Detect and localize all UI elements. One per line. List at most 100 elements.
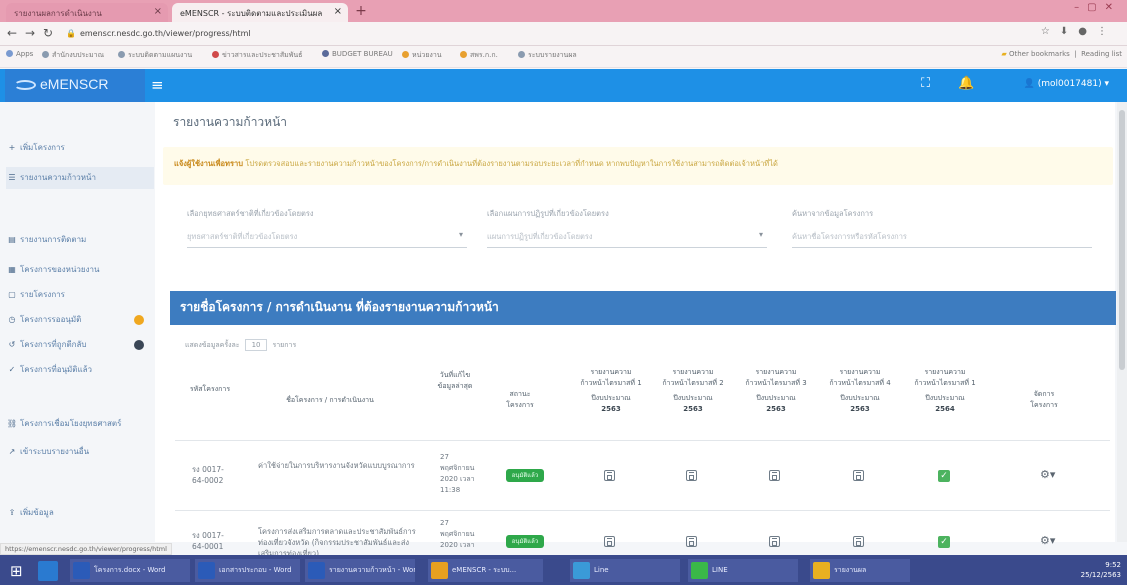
reading-list-label: Reading list	[1081, 50, 1122, 58]
taskbar-item[interactable]: โครงการ.docx - Word	[70, 559, 190, 582]
sidebar-item[interactable]: ⇪ เพิ่มข้อมูล	[6, 502, 154, 524]
bookmark-item[interactable]: BUDGET BUREAU	[322, 50, 393, 58]
col-header-quarter[interactable]: รายงานความก้าวหน้าไตรมาสที่ 3 ปีงบประมาณ 2…	[743, 367, 809, 415]
clock-date: 25/12/2563	[1080, 571, 1121, 579]
lock-icon: 🔒	[66, 29, 76, 38]
explorer-icon[interactable]	[38, 561, 58, 581]
new-tab-button[interactable]: +	[352, 3, 370, 19]
bookmark-item[interactable]: สำนักงบประมาณ	[42, 50, 104, 61]
col-header-date[interactable]: วันที่แก้ไขข้อมูลล่าสุด	[436, 370, 474, 392]
sidebar-item[interactable]: ⛓ โครงการเชื่อมโยงยุทธศาสตร์	[6, 413, 154, 435]
system-clock[interactable]: 9:52 25/12/2563	[1081, 560, 1121, 580]
list-icon: ☰	[8, 173, 16, 182]
sidebar-item-label: โครงการที่อนุมัติแล้ว	[20, 365, 93, 374]
close-icon[interactable]: ×	[154, 6, 162, 17]
col-header-status[interactable]: สถานะโครงการ	[500, 389, 540, 411]
taskbar-item-label: eMENSCR - ระบบ...	[452, 566, 517, 574]
reform-select[interactable]: แผนการปฏิรูปที่เกี่ยวข้องโดยตรง ▾	[487, 226, 767, 248]
col-header-quarter[interactable]: รายงานความก้าวหน้าไตรมาสที่ 4 ปีงบประมาณ 2…	[827, 367, 893, 415]
calendar-icon[interactable]	[604, 470, 615, 481]
sidebar-item[interactable]: ▦ โครงการของหน่วยงาน	[6, 259, 154, 281]
calendar-icon[interactable]	[604, 536, 615, 547]
user-menu[interactable]: 👤 (mol0017481) ▾	[1024, 79, 1109, 89]
calendar-icon[interactable]	[769, 536, 780, 547]
header-year: 2564	[935, 405, 955, 413]
window-controls[interactable]: –▢✕	[1074, 2, 1121, 13]
taskbar-item[interactable]: รายงานผล	[810, 559, 910, 582]
row-date: 27 พฤศจิกายน 2020 เวลา 11:38	[440, 453, 475, 494]
return-icon: ↺	[8, 340, 16, 349]
browser-tab-active[interactable]: eMENSCR - ระบบติดตามและประเมินผล ×	[172, 3, 348, 22]
sidebar-item[interactable]: ☰ รายงานความก้าวหน้า	[6, 167, 154, 189]
taskbar-item[interactable]: รายงานความก้าวหน้า - Word	[305, 559, 415, 582]
sidebar-item[interactable]: + เพิ่มโครงการ	[6, 137, 154, 159]
url-field[interactable]: 🔒 emenscr.nesdc.go.th/viewer/progress/htm…	[66, 26, 251, 42]
calendar-icon[interactable]	[769, 470, 780, 481]
search-input[interactable]: ค้นหาชื่อโครงการหรือรหัสโครงการ	[792, 226, 1092, 248]
col-header-quarter[interactable]: รายงานความก้าวหน้าไตรมาสที่ 2 ปีงบประมาณ 2…	[660, 367, 726, 415]
sidebar-item[interactable]: ↺ โครงการที่ถูกตีกลับ	[6, 334, 154, 356]
row-name[interactable]: ค่าใช้จ่ายในการบริหารงานจังหวัดแบบบูรณาก…	[258, 460, 423, 471]
col-header-name[interactable]: ชื่อโครงการ / การดำเนินงาน	[270, 395, 390, 406]
header-line: ปีงบประมาณ	[840, 394, 880, 402]
taskbar-item[interactable]: เอกสารประกอบ - Word	[195, 559, 300, 582]
logo-icon	[14, 80, 36, 90]
sidebar-item[interactable]: ↗ เข้าระบบรายงานอื่น	[6, 441, 154, 463]
col-header-quarter[interactable]: รายงานความก้าวหน้าไตรมาสที่ 1 ปีงบประมาณ 2…	[578, 367, 644, 415]
col-header-code[interactable]: รหัสโครงการ	[185, 384, 235, 395]
sidebar-item[interactable]: ◷ โครงการรออนุมัติ	[6, 309, 154, 331]
col-header-manage[interactable]: จัดการโครงการ	[1022, 389, 1066, 411]
back-icon[interactable]: ←	[4, 26, 20, 40]
bookmark-item[interactable]: สพร.ก.ก.	[460, 50, 498, 61]
taskbar-item-label: เอกสารประกอบ - Word	[219, 566, 292, 574]
gear-icon[interactable]: ⚙▾	[1040, 534, 1055, 547]
sidebar-item[interactable]: ▤ รายงานการติดตาม	[6, 229, 154, 251]
filter-label-reform: เลือกแผนการปฏิรูปที่เกี่ยวข้องโดยตรง	[487, 209, 609, 218]
forward-icon[interactable]: →	[22, 26, 38, 40]
browser-toolbar-icons[interactable]: ☆⬇●⋮	[1041, 26, 1117, 37]
windows-start-icon[interactable]: ⊞	[10, 562, 23, 580]
taskbar-item[interactable]: Line	[570, 559, 680, 582]
taskbar-item[interactable]: eMENSCR - ระบบ...	[428, 559, 543, 582]
col-header-quarter[interactable]: รายงานความก้าวหน้าไตรมาสที่ 1 ปีงบประมาณ 2…	[912, 367, 978, 415]
strategy-select[interactable]: ยุทธศาสตร์ชาติที่เกี่ยวข้องโดยตรง ▾	[187, 226, 467, 248]
clock-icon: ◷	[8, 315, 16, 324]
calendar-icon[interactable]	[853, 470, 864, 481]
check-icon[interactable]: ✓	[938, 470, 950, 482]
app-icon	[198, 562, 215, 579]
apps-icon	[6, 50, 13, 57]
reload-icon[interactable]: ↻	[40, 26, 56, 40]
scrollbar-thumb[interactable]	[1119, 110, 1125, 370]
gear-icon[interactable]: ⚙▾	[1040, 468, 1055, 481]
page-size-select[interactable]: 10	[244, 339, 268, 351]
header-line: ปีงบประมาณ	[591, 394, 631, 402]
clock-time: 9:52	[1105, 561, 1121, 569]
calendar-icon[interactable]	[853, 536, 864, 547]
menu-toggle-icon[interactable]: ≡	[151, 76, 164, 94]
taskbar-item[interactable]: LINE	[688, 559, 798, 582]
chevron-down-icon: ▾	[758, 230, 763, 239]
sidebar-item-label: รายโครงการ	[20, 290, 65, 299]
table-divider	[175, 440, 1110, 441]
bookmark-item[interactable]: ข่าวสารและประชาสัมพันธ์	[212, 50, 302, 61]
header-line: รายงานความก้าวหน้าไตรมาสที่ 2	[662, 368, 724, 387]
fullscreen-icon[interactable]: ⛶	[921, 76, 930, 91]
calendar-icon[interactable]	[686, 470, 697, 481]
folder-icon: ▰	[1001, 50, 1007, 58]
check-icon[interactable]: ✓	[938, 536, 950, 548]
bookmark-item[interactable]: หน่วยงาน	[402, 50, 442, 61]
sidebar-item-label: รายงานความก้าวหน้า	[20, 173, 97, 182]
bookmark-item[interactable]: ระบบติดตามแผนงาน	[118, 50, 192, 61]
bookmark-item[interactable]: ระบบรายงานผล	[518, 50, 577, 61]
notice-bold: แจ้งผู้ใช้งานเพื่อทราบ	[174, 159, 243, 168]
other-bookmarks[interactable]: ▰ Other bookmarks | Reading list	[1001, 50, 1122, 58]
sidebar-item[interactable]: ▢ รายโครงการ	[6, 284, 154, 306]
sidebar-item[interactable]: ✓ โครงการที่อนุมัติแล้ว	[6, 359, 154, 381]
app-logo[interactable]: eMENSCR	[40, 76, 108, 92]
bell-icon[interactable]: 🔔	[958, 76, 974, 91]
calendar-icon[interactable]	[686, 536, 697, 547]
bookmark-label: Apps	[16, 50, 34, 58]
browser-tab[interactable]: รายงานผลการดำเนินงาน ×	[6, 3, 168, 22]
bookmark-apps[interactable]: Apps	[6, 50, 33, 58]
close-icon[interactable]: ×	[334, 6, 342, 17]
